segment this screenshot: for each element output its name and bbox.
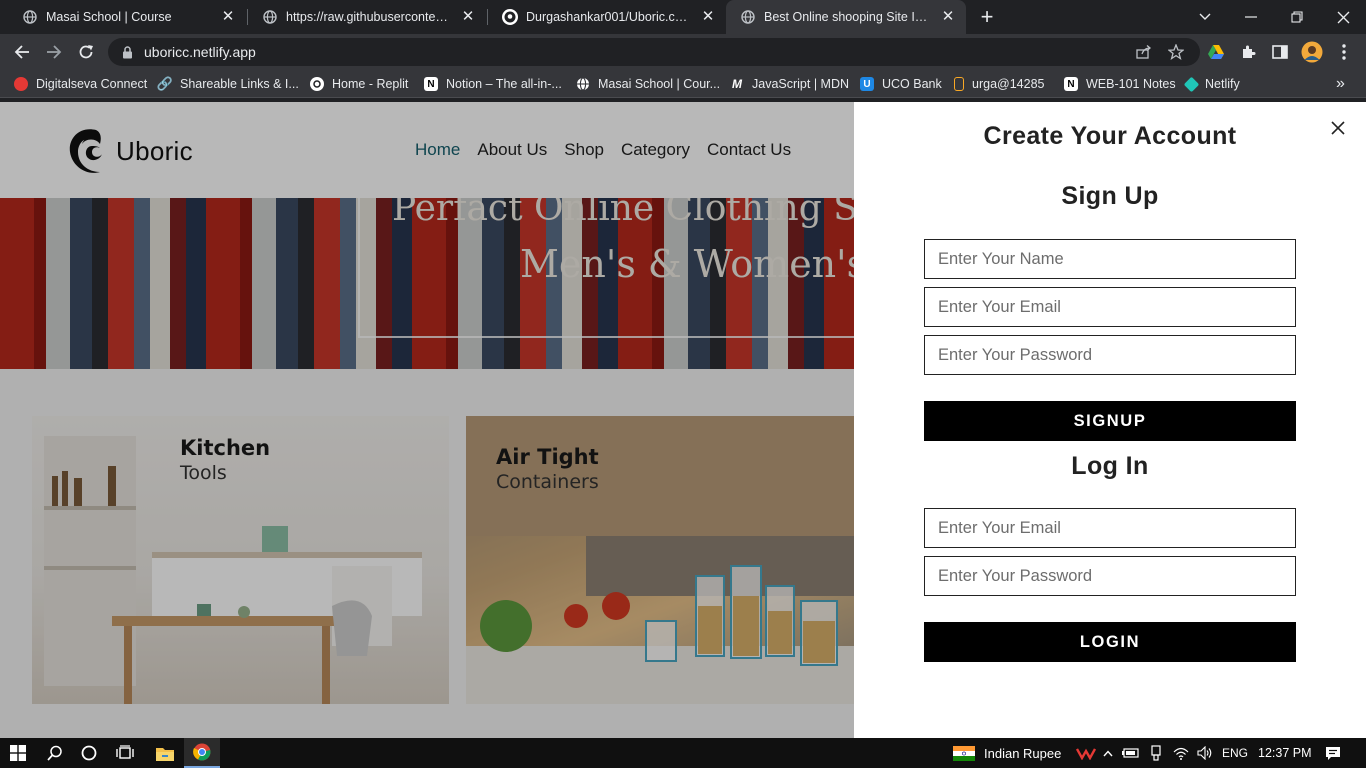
- bookmark-label: JavaScript | MDN: [752, 77, 850, 91]
- lock-icon[interactable]: [120, 45, 134, 59]
- panel-title: Create Your Account: [983, 122, 1237, 150]
- reload-button[interactable]: [72, 38, 100, 66]
- notion-icon: N: [424, 77, 438, 91]
- cortana-icon[interactable]: [72, 738, 106, 768]
- bookmark-digitalseva[interactable]: Digitalseva Connect: [14, 70, 147, 98]
- windows-taskbar: Indian Rupee ENG 12:37 PM: [0, 738, 1366, 768]
- close-tab-icon[interactable]: ✕: [940, 9, 956, 25]
- extensions-icon[interactable]: [1236, 38, 1260, 66]
- notion-icon: N: [1064, 77, 1078, 91]
- bookmark-netlify[interactable]: Netlify: [1183, 70, 1240, 98]
- chrome-taskbar-icon[interactable]: [184, 738, 220, 768]
- globe-icon: [22, 9, 38, 25]
- globe-icon: [576, 77, 590, 91]
- bookmark-shareable-links[interactable]: 🔗 Shareable Links & I...: [156, 70, 299, 98]
- bookmark-mdn[interactable]: M JavaScript | MDN: [730, 70, 849, 98]
- replit-icon: [310, 77, 324, 91]
- restore-window-button[interactable]: [1274, 0, 1320, 34]
- chevron-up-icon[interactable]: [1100, 738, 1116, 768]
- uco-bank-icon: U: [860, 77, 874, 91]
- tab-search-chevron-icon[interactable]: [1182, 0, 1228, 34]
- bookmark-label: Notion – The all-in-...: [446, 77, 562, 91]
- login-password-field[interactable]: [924, 556, 1296, 596]
- language-indicator[interactable]: ENG: [1222, 738, 1248, 768]
- bookmarks-bar: Digitalseva Connect 🔗 Shareable Links & …: [0, 70, 1366, 98]
- tab-uboric-active[interactable]: Best Online shooping Site In Indi ✕: [726, 0, 966, 34]
- file-explorer-icon[interactable]: [148, 738, 182, 768]
- new-tab-button[interactable]: +: [976, 6, 998, 28]
- mdn-icon: M: [732, 77, 742, 91]
- bookmark-label: Masai School | Cour...: [598, 77, 721, 91]
- close-window-button[interactable]: [1320, 0, 1366, 34]
- signup-name-field[interactable]: [924, 239, 1296, 279]
- netlify-icon: [1183, 76, 1200, 92]
- battery-icon[interactable]: [1120, 738, 1142, 768]
- tab-masai-school[interactable]: Masai School | Course ✕: [8, 0, 246, 34]
- tab-github-repo[interactable]: Durgashankar001/Uboric.com-Cl ✕: [488, 0, 726, 34]
- browser-tab-bar: Masai School | Course ✕ https://raw.gith…: [0, 0, 1366, 34]
- notifications-icon[interactable]: [1318, 738, 1348, 768]
- bookmarks-overflow-button[interactable]: »: [1336, 70, 1345, 98]
- signup-email-field[interactable]: [924, 287, 1296, 327]
- forward-button[interactable]: [40, 38, 68, 66]
- bookmark-label: Digitalseva Connect: [36, 77, 148, 91]
- bookmark-label: UCO Bank: [882, 77, 942, 91]
- back-button[interactable]: [8, 38, 36, 66]
- bookmark-masai-course[interactable]: Masai School | Cour...: [576, 70, 720, 98]
- digitalseva-icon: [14, 77, 28, 91]
- bookmark-urga[interactable]: urga@14285: [954, 70, 1044, 98]
- signup-button[interactable]: SIGNUP: [924, 401, 1296, 441]
- tab-title: Best Online shooping Site In Indi: [764, 10, 932, 24]
- globe-icon: [740, 9, 756, 25]
- clock[interactable]: 12:37 PM: [1258, 738, 1312, 768]
- tab-title: Durgashankar001/Uboric.com-Cl: [526, 10, 692, 24]
- browser-toolbar: uboricc.netlify.app: [0, 34, 1366, 70]
- tab-githubusercontent[interactable]: https://raw.githubusercontent.co ✕: [248, 0, 486, 34]
- globe-icon: [262, 9, 278, 25]
- bookmark-label: urga@14285: [972, 77, 1045, 91]
- close-tab-icon[interactable]: ✕: [460, 9, 476, 25]
- page-icon: [954, 77, 964, 91]
- google-drive-icon[interactable]: [1204, 38, 1228, 66]
- side-panel-icon[interactable]: [1268, 38, 1292, 66]
- bookmark-star-icon[interactable]: [1164, 38, 1188, 66]
- bookmark-label: Netlify: [1205, 77, 1240, 91]
- search-icon[interactable]: [38, 738, 72, 768]
- close-tab-icon[interactable]: ✕: [220, 9, 236, 25]
- bookmark-notion[interactable]: N Notion – The all-in-...: [424, 70, 562, 98]
- tab-title: https://raw.githubusercontent.co: [286, 10, 452, 24]
- bookmark-replit[interactable]: Home - Replit: [310, 70, 408, 98]
- volume-icon[interactable]: [1194, 738, 1216, 768]
- bookmark-label: Shareable Links & I...: [180, 77, 299, 91]
- task-view-icon[interactable]: [108, 738, 142, 768]
- login-heading: Log In: [1071, 452, 1149, 480]
- wifi-icon[interactable]: [1170, 738, 1192, 768]
- bookmark-label: WEB-101 Notes: [1086, 77, 1176, 91]
- share-icon[interactable]: [1132, 38, 1156, 66]
- account-panel: Create Your Account Sign Up SIGNUP Log I…: [854, 102, 1366, 738]
- signup-heading: Sign Up: [1061, 182, 1159, 210]
- signup-password-field[interactable]: [924, 335, 1296, 375]
- link-icon: 🔗: [156, 76, 174, 91]
- close-tab-icon[interactable]: ✕: [700, 9, 716, 25]
- bookmark-uco-bank[interactable]: U UCO Bank: [860, 70, 942, 98]
- browser-menu-icon[interactable]: [1332, 38, 1356, 66]
- url-text[interactable]: uboricc.netlify.app: [144, 44, 256, 60]
- antivirus-tray-icon[interactable]: [1074, 738, 1098, 768]
- tab-title: Masai School | Course: [46, 10, 172, 24]
- minimize-window-button[interactable]: [1228, 0, 1274, 34]
- github-icon: [502, 9, 518, 25]
- login-button[interactable]: LOGIN: [924, 622, 1296, 662]
- india-flag-icon[interactable]: [952, 738, 976, 768]
- windows-start-icon[interactable]: [0, 738, 36, 768]
- modal-backdrop[interactable]: [0, 102, 854, 738]
- page-viewport: Uboric Home About Us Shop Category Conta…: [0, 102, 1366, 738]
- bookmark-label: Home - Replit: [332, 77, 409, 91]
- login-email-field[interactable]: [924, 508, 1296, 548]
- usb-device-icon[interactable]: [1146, 738, 1166, 768]
- profile-avatar[interactable]: [1300, 38, 1324, 66]
- address-bar[interactable]: uboricc.netlify.app: [108, 38, 1200, 66]
- bookmark-web101-notes[interactable]: N WEB-101 Notes: [1064, 70, 1176, 98]
- currency-label[interactable]: Indian Rupee: [984, 738, 1061, 768]
